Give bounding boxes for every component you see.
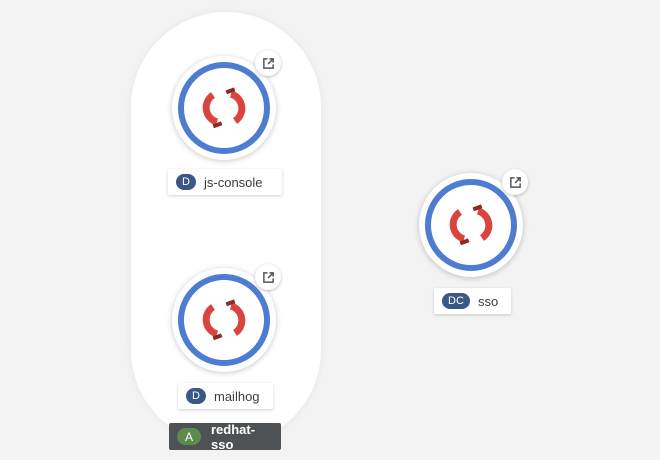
node-label-js-console[interactable]: D js-console — [168, 169, 282, 195]
external-link-button[interactable] — [255, 50, 281, 76]
deploymentconfig-badge: DC — [442, 293, 470, 309]
external-link-icon — [509, 176, 521, 188]
node-label-mailhog[interactable]: D mailhog — [178, 383, 273, 409]
deployment-badge: D — [186, 388, 206, 404]
application-group-label[interactable]: A redhat-sso — [169, 421, 281, 452]
node-name: sso — [478, 293, 499, 309]
application-badge: A — [177, 428, 201, 445]
topology-canvas[interactable]: D js-console D mailhog A redhat-sso DC s… — [0, 0, 660, 460]
deployment-badge: D — [176, 174, 196, 190]
openshift-logo-icon — [202, 87, 246, 129]
external-link-icon — [262, 57, 274, 69]
node-name: js-console — [204, 174, 263, 190]
application-name: redhat-sso — [211, 421, 256, 452]
external-link-button[interactable] — [502, 169, 528, 195]
openshift-logo-icon — [202, 299, 246, 341]
external-link-button[interactable] — [255, 264, 281, 290]
external-link-icon — [262, 271, 274, 283]
node-name: mailhog — [214, 388, 260, 404]
node-label-sso[interactable]: DC sso — [434, 288, 511, 314]
openshift-logo-icon — [449, 204, 493, 246]
